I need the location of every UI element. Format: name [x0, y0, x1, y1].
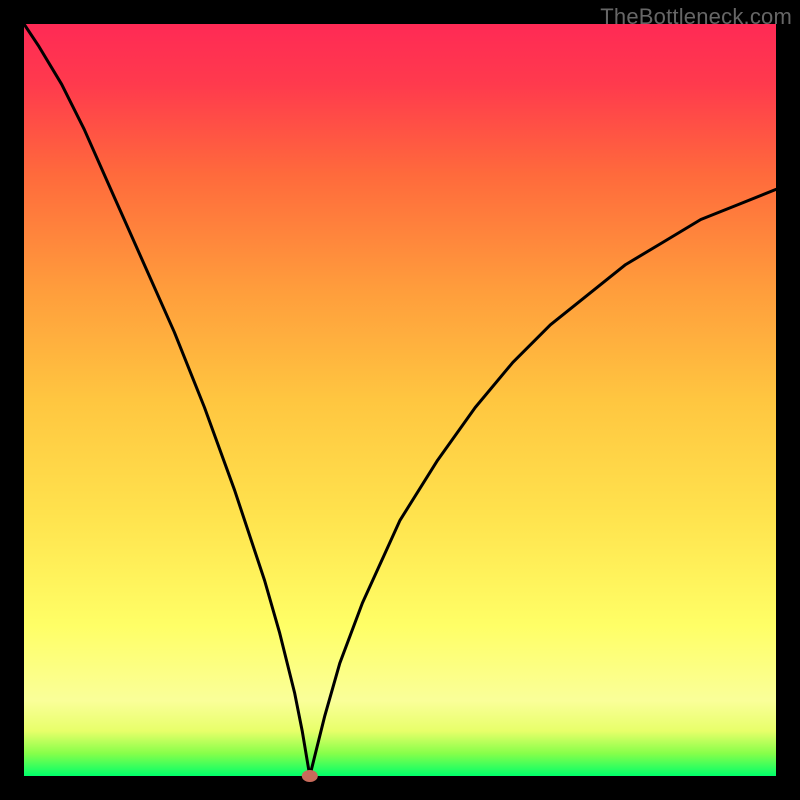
- plot-area: [24, 24, 776, 776]
- chart-frame: TheBottleneck.com: [0, 0, 800, 800]
- bottleneck-curve: [24, 24, 776, 776]
- watermark-text: TheBottleneck.com: [600, 4, 792, 30]
- min-point-marker: [302, 770, 318, 782]
